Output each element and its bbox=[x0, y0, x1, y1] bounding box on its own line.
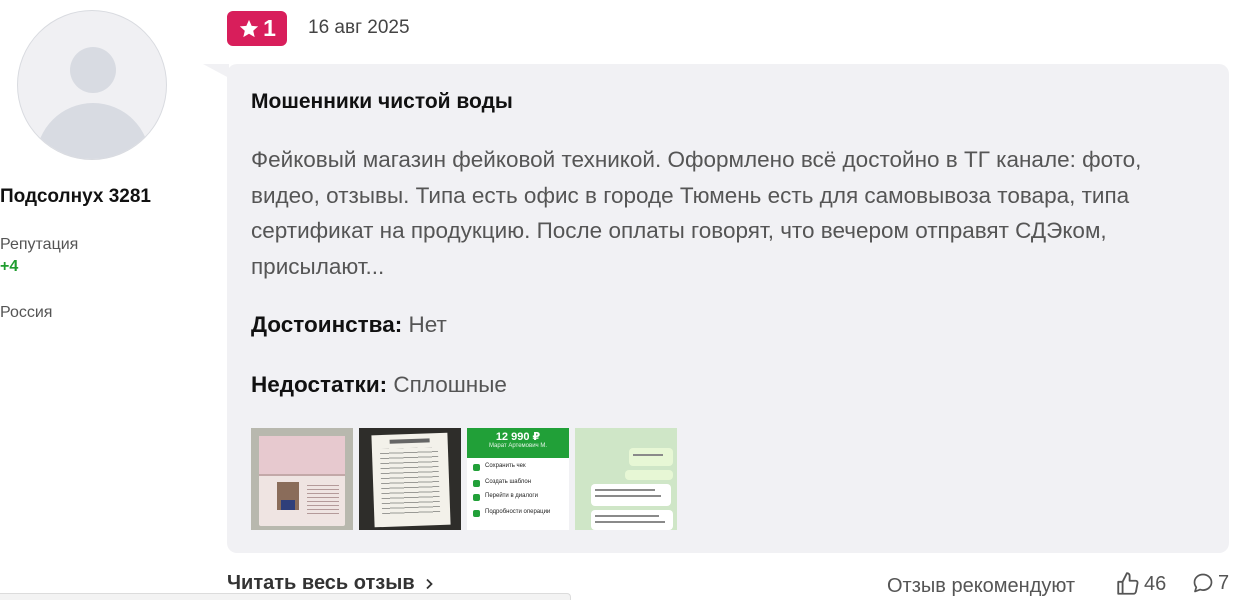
recommend-label: Отзыв рекомендуют bbox=[887, 575, 1076, 597]
author-name[interactable]: Подсолнух 3281 bbox=[0, 186, 184, 208]
chat-bubble-in bbox=[591, 510, 673, 530]
payment-row: Создать шаблон bbox=[473, 478, 563, 490]
thumbnail-payment[interactable]: 12 990 ₽ Марат Артемович М. Сохранить че… bbox=[467, 428, 569, 530]
chevron-right-icon bbox=[425, 578, 433, 589]
cons: Недостатки: Сплошные bbox=[251, 372, 507, 398]
certificate-document bbox=[371, 432, 451, 528]
thumbnail-certificate[interactable] bbox=[359, 428, 461, 530]
author-avatar[interactable] bbox=[17, 10, 167, 160]
author-country: Россия bbox=[0, 304, 53, 321]
thumbnail-passport[interactable] bbox=[251, 428, 353, 530]
payment-amount: 12 990 ₽ bbox=[495, 431, 541, 443]
likes-count: 46 bbox=[1144, 572, 1167, 595]
rating-badge: 1 bbox=[227, 11, 287, 46]
reputation-label: Репутация bbox=[0, 236, 79, 253]
horizontal-scrollbar[interactable] bbox=[0, 593, 571, 600]
passport-top-page bbox=[259, 436, 345, 474]
comments-count: 7 bbox=[1218, 571, 1230, 594]
review-page: Подсолнух 3281 Репутация +4 Россия 1 16 … bbox=[0, 0, 1247, 600]
thumbs-up-icon bbox=[1117, 572, 1139, 595]
thumbnail-chat[interactable] bbox=[575, 428, 677, 530]
reputation-value: +4 bbox=[0, 258, 19, 275]
payment-recipient: Марат Артемович М. bbox=[488, 443, 548, 449]
cons-label: Недостатки: bbox=[251, 372, 388, 397]
user-placeholder-body bbox=[36, 103, 150, 159]
review-title[interactable]: Мошенники чистой воды bbox=[251, 90, 513, 114]
certificate-header bbox=[389, 438, 430, 444]
like-button[interactable]: 46 bbox=[1115, 571, 1166, 597]
certificate-text-lines bbox=[379, 447, 441, 518]
rating-value: 1 bbox=[263, 15, 276, 41]
passport-text-lines bbox=[307, 482, 339, 514]
payment-row: Подробности операции bbox=[473, 508, 563, 520]
read-full-review-link[interactable]: Читать весь отзыв bbox=[227, 572, 435, 595]
chat-line bbox=[595, 515, 659, 517]
comment-icon bbox=[1193, 573, 1213, 593]
user-placeholder-icon bbox=[70, 47, 116, 93]
pros-label: Достоинства: bbox=[251, 312, 403, 337]
chat-line bbox=[595, 495, 661, 497]
payment-row: Сохранить чек bbox=[473, 462, 563, 474]
comments-button[interactable]: 7 bbox=[1191, 571, 1229, 595]
card-tail bbox=[203, 64, 229, 78]
review-text: Фейковый магазин фейковой техникой. Офор… bbox=[251, 147, 1142, 279]
chat-bubble-out bbox=[625, 470, 673, 480]
payment-header: 12 990 ₽ Марат Артемович М. bbox=[467, 428, 569, 458]
chat-line bbox=[595, 521, 665, 523]
chat-line bbox=[633, 454, 663, 456]
cons-value: Сплошные bbox=[393, 372, 507, 397]
chat-line bbox=[595, 489, 655, 491]
read-more-label: Читать весь отзыв bbox=[227, 572, 415, 594]
pros: Достоинства: Нет bbox=[251, 312, 447, 338]
star-icon bbox=[239, 19, 259, 37]
pros-value: Нет bbox=[408, 312, 447, 337]
payment-row: Перейти в диалоги bbox=[473, 492, 563, 504]
passport-fold bbox=[259, 474, 345, 476]
passport-photo-shirt bbox=[281, 500, 295, 510]
chat-bubble-out bbox=[629, 448, 673, 466]
review-date: 16 авг 2025 bbox=[308, 17, 410, 38]
